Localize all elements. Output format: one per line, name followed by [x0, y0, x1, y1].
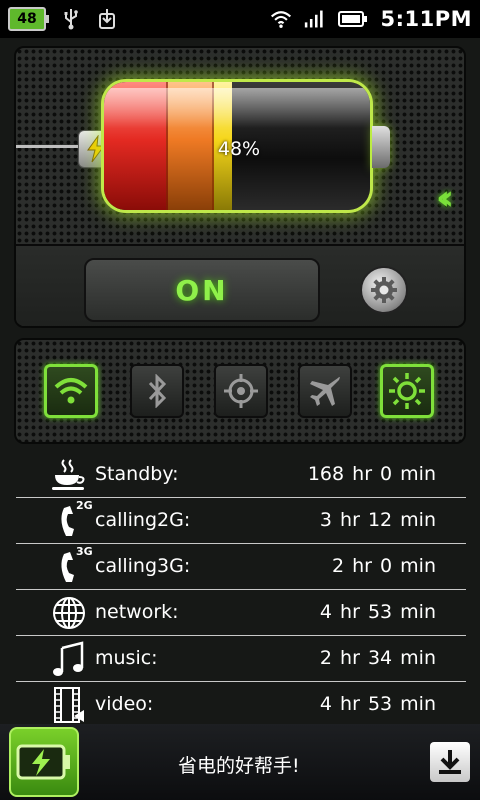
- usage-label: network:: [95, 601, 179, 623]
- network-badge: 3G: [76, 545, 93, 558]
- battery-gloss: [104, 88, 370, 128]
- film-icon: [50, 686, 88, 724]
- battery-percent: 48%: [217, 138, 261, 160]
- usage-value: 4 hr 53 min: [319, 601, 436, 623]
- usage-label: video:: [95, 693, 154, 715]
- wifi-icon: [54, 378, 88, 404]
- airplane-icon: [310, 376, 340, 406]
- on-button-label: ON: [175, 273, 229, 307]
- status-time: 5:11PM: [380, 7, 472, 31]
- usage-label: calling3G:: [95, 555, 191, 577]
- gear-icon[interactable]: [360, 266, 408, 314]
- list-item: 2G calling2G: 3 hr 12 min: [16, 498, 466, 544]
- sun-icon: [389, 373, 425, 409]
- network-badge: 2G: [76, 499, 93, 512]
- usage-label: calling2G:: [95, 509, 191, 531]
- status-bar: 48 5:11PM: [0, 0, 480, 38]
- list-item: video: 4 hr 53 min: [16, 682, 466, 728]
- charging-cable: [16, 145, 84, 148]
- battery-icon: [338, 7, 368, 31]
- coffee-cup-icon: [50, 456, 88, 494]
- usage-label: music:: [95, 647, 158, 669]
- airplane-toggle[interactable]: [298, 364, 352, 418]
- wifi-toggle[interactable]: [44, 364, 98, 418]
- download-icon: [439, 750, 461, 774]
- usage-value: 2 hr 34 min: [319, 647, 436, 669]
- list-item: music: 2 hr 34 min: [16, 636, 466, 682]
- usage-list: Standby: 168 hr 0 min 2G calling2G: 3 hr…: [16, 452, 466, 728]
- crosshair-icon: [224, 374, 258, 408]
- on-button[interactable]: ON: [84, 258, 320, 322]
- list-item: 3G calling3G: 2 hr 0 min: [16, 544, 466, 590]
- ad-banner[interactable]: 省电的好帮手!: [0, 724, 480, 800]
- bluetooth-toggle[interactable]: [130, 364, 184, 418]
- usage-value: 168 hr 0 min: [307, 463, 436, 485]
- toggle-panel: [14, 338, 466, 444]
- list-item: Standby: 168 hr 0 min: [16, 452, 466, 498]
- battery-cap: [372, 126, 390, 168]
- battery-panel: 48% ‹‹ ON: [14, 46, 466, 328]
- battery-bolt-icon[interactable]: [9, 727, 79, 797]
- power-row: ON: [16, 244, 464, 326]
- music-note-icon: [50, 640, 88, 678]
- usage-value: 4 hr 53 min: [319, 693, 436, 715]
- brightness-toggle[interactable]: [380, 364, 434, 418]
- wifi-icon: [270, 7, 292, 31]
- battery-level-badge: 48: [8, 7, 49, 31]
- usage-value: 3 hr 12 min: [319, 509, 436, 531]
- globe-icon: [50, 594, 88, 632]
- bluetooth-icon: [148, 374, 167, 408]
- download-icon: [96, 7, 118, 31]
- usage-label: Standby:: [95, 463, 179, 485]
- usb-icon: [60, 7, 82, 31]
- ad-text: 省电的好帮手!: [178, 755, 300, 777]
- list-item: network: 4 hr 53 min: [16, 590, 466, 636]
- double-chevron-left-icon[interactable]: ‹‹: [436, 178, 454, 218]
- gps-toggle[interactable]: [214, 364, 268, 418]
- download-button[interactable]: [430, 742, 470, 782]
- usage-value: 2 hr 0 min: [332, 555, 436, 577]
- signal-icon: [304, 7, 326, 31]
